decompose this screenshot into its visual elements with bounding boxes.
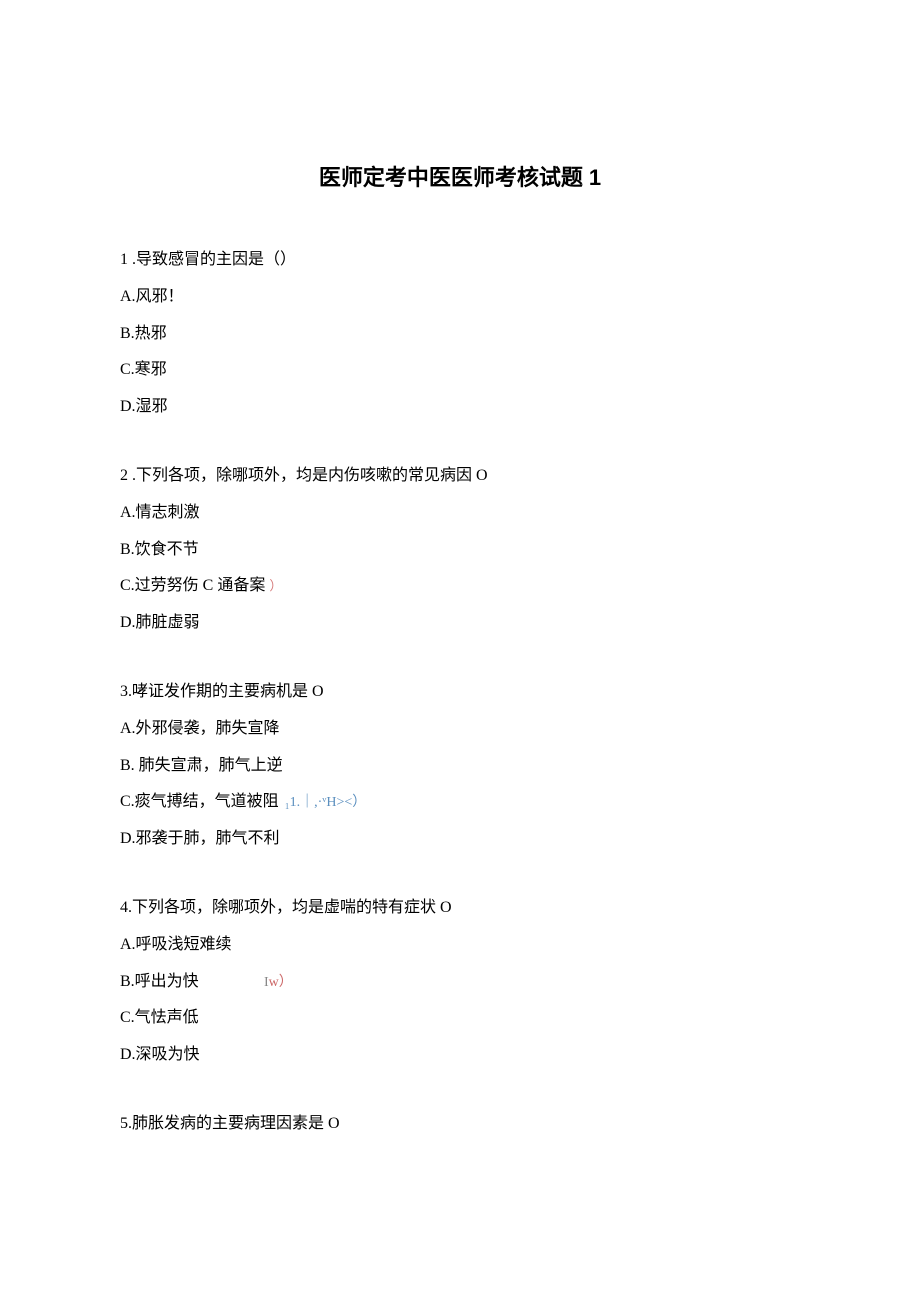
q2-option-b: B.饮食不节 — [120, 532, 800, 569]
question-4: 4.下列各项，除哪项外，均是虚喘的特有症状 O A.呼吸浅短难续 B.呼出为快 … — [120, 890, 800, 1074]
q2-option-a: A.情志刺激 — [120, 495, 800, 532]
question-5: 5.肺胀发病的主要病理因素是 O — [120, 1106, 800, 1143]
q2-c-text: C.过劳努伤 C 通备案 — [120, 577, 265, 594]
annotation-mark: Iw） — [264, 975, 293, 990]
annotation-mark: ） — [269, 578, 282, 593]
q1-option-a: A.风邪！ — [120, 279, 800, 316]
q3-option-d: D.邪袭于肺，肺气不利 — [120, 821, 800, 858]
q3-stem: 3.哮证发作期的主要病机是 O — [120, 674, 800, 711]
question-3: 3.哮证发作期的主要病机是 O A.外邪侵袭，肺失宣降 B. 肺失宣肃，肺气上逆… — [120, 674, 800, 858]
q5-stem: 5.肺胀发病的主要病理因素是 O — [120, 1106, 800, 1143]
q2-option-d: D.肺脏虚弱 — [120, 605, 800, 642]
q4-option-d: D.深吸为快 — [120, 1037, 800, 1074]
q3-c-text: C.痰气搏结，气道被阻 — [120, 793, 283, 810]
q1-option-c: C.寒邪 — [120, 352, 800, 389]
q3-option-c: C.痰气搏结，气道被阻 ₁1.｜,·ᵛH><） — [120, 784, 800, 821]
q2-stem: 2 .下列各项，除哪项外，均是内伤咳嗽的常见病因 O — [120, 458, 800, 495]
q4-option-c: C.气怯声低 — [120, 1000, 800, 1037]
q3-option-a: A.外邪侵袭，肺失宣降 — [120, 711, 800, 748]
page-title: 医师定考中医医师考核试题 1 — [120, 160, 800, 192]
q4-option-a: A.呼吸浅短难续 — [120, 927, 800, 964]
q2-option-c: C.过劳努伤 C 通备案 ） — [120, 568, 800, 605]
q1-stem: 1 .导致感冒的主因是（） — [120, 242, 800, 279]
q1-option-d: D.湿邪 — [120, 389, 800, 426]
question-2: 2 .下列各项，除哪项外，均是内伤咳嗽的常见病因 O A.情志刺激 B.饮食不节… — [120, 458, 800, 642]
q4-option-b: B.呼出为快 Iw） — [120, 964, 800, 1001]
annotation-mark: ₁1.｜,·ᵛH><） — [285, 795, 367, 810]
q4-b-text: B.呼出为快 — [120, 964, 260, 1001]
q1-option-b: B.热邪 — [120, 316, 800, 353]
question-1: 1 .导致感冒的主因是（） A.风邪！ B.热邪 C.寒邪 D.湿邪 — [120, 242, 800, 426]
q4-stem: 4.下列各项，除哪项外，均是虚喘的特有症状 O — [120, 890, 800, 927]
q3-option-b: B. 肺失宣肃，肺气上逆 — [120, 748, 800, 785]
